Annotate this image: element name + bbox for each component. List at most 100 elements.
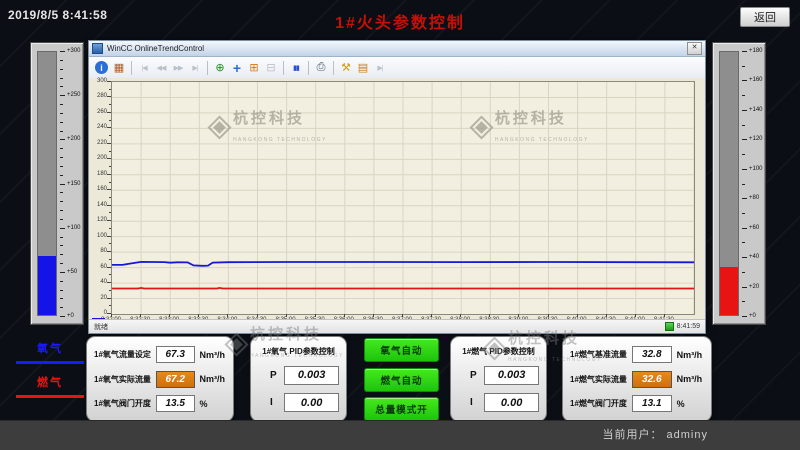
- panel-row: 1#燃气阀门开度13.1%: [570, 395, 704, 412]
- gauge-label: +60: [749, 225, 759, 231]
- gauge-fill: [720, 267, 738, 315]
- field-label: 1#燃气基准流量: [570, 349, 627, 360]
- mode-button[interactable]: 燃气自动: [364, 368, 439, 392]
- gas-bar-gauge: +180+160+140+120+100+80+60+40+20+0: [712, 42, 766, 325]
- clock-datetime: 2019/8/5 8:41:58: [8, 8, 107, 22]
- last-record-icon: ▶|: [187, 60, 203, 76]
- pid-value-field[interactable]: 0.00: [284, 393, 339, 412]
- gauge-tick: [742, 198, 747, 199]
- pause-icon[interactable]: ▮▮: [288, 60, 304, 76]
- y-axis-tick: [107, 236, 111, 237]
- gauge-label: +150: [67, 181, 81, 187]
- pid-row: P0.003: [458, 366, 539, 385]
- zoom-value-icon: ⊟: [263, 60, 279, 76]
- gauge-minor-tick: [742, 95, 745, 96]
- gauge-tick: [742, 169, 747, 170]
- window-title: WinCC OnlineTrendControl: [107, 44, 683, 53]
- pid-value-field[interactable]: 0.003: [484, 366, 539, 385]
- gauge-minor-tick: [742, 272, 745, 273]
- gauge-minor-tick: [60, 237, 63, 238]
- gauge-minor-tick: [60, 307, 63, 308]
- gauge-label: +40: [749, 254, 759, 260]
- y-axis-label: 160: [89, 186, 107, 192]
- move-trend-icon[interactable]: +: [229, 60, 245, 76]
- gas-flow-panel: 1#燃气基准流量32.8Nm³/h1#燃气实际流量32.6Nm³/h1#燃气阀门…: [562, 336, 712, 422]
- trend-plot[interactable]: 杭控科技HANGKONG TECHNOLOGY杭控科技HANGKONG TECH…: [111, 81, 695, 315]
- y-axis-tick: [107, 81, 111, 82]
- export-icon[interactable]: ▤: [355, 60, 371, 76]
- panel-row: 1#氧气阀门开度13.5%: [94, 395, 226, 412]
- help-icon[interactable]: i: [95, 61, 108, 74]
- zoom-time-icon[interactable]: ⊞: [246, 60, 262, 76]
- value-field[interactable]: 67.2: [156, 371, 195, 388]
- gauge-tick: [742, 51, 747, 52]
- y-axis-label: 0: [89, 310, 107, 316]
- trend-chart-area: 杭控科技HANGKONG TECHNOLOGY杭控科技HANGKONG TECH…: [89, 78, 705, 320]
- gauge-minor-tick: [60, 290, 63, 291]
- gauge-minor-tick: [60, 104, 63, 105]
- y-axis-tick: [107, 96, 111, 97]
- y-axis-tick: [109, 228, 111, 229]
- value-field[interactable]: 13.1: [632, 395, 672, 412]
- connection-ok-icon: [665, 322, 674, 331]
- y-axis-tick: [107, 189, 111, 190]
- value-field[interactable]: 32.6: [632, 371, 672, 388]
- y-axis-tick: [107, 112, 111, 113]
- gauge-track: [719, 51, 739, 316]
- gauge-tick: [60, 228, 65, 229]
- connect-icon[interactable]: ⚒: [338, 60, 354, 76]
- panel-row: 1#燃气实际流量32.6Nm³/h: [570, 371, 704, 388]
- legend-gas-label: 燃气: [16, 374, 84, 390]
- unit-label: Nm³/h: [677, 350, 704, 360]
- current-user: 当前用户： adminy: [602, 426, 708, 442]
- gauge-minor-tick: [742, 184, 745, 185]
- y-axis-tick: [107, 143, 111, 144]
- close-icon[interactable]: ✕: [687, 42, 702, 55]
- toolbar-separator: [308, 61, 309, 75]
- y-axis-tick: [109, 120, 111, 121]
- field-label: 1#燃气实际流量: [570, 374, 627, 385]
- value-field[interactable]: 67.3: [156, 346, 195, 363]
- y-axis-label: 100: [89, 233, 107, 239]
- time-base-icon[interactable]: ▦: [111, 60, 127, 76]
- gauge-minor-tick: [60, 113, 63, 114]
- mode-button[interactable]: 总量模式开: [364, 397, 439, 421]
- y-axis-tick: [107, 174, 111, 175]
- gauge-label: +200: [67, 136, 81, 142]
- y-axis-label: 300: [89, 78, 107, 84]
- legend-oxygen-line: [16, 361, 84, 364]
- pid-value-field[interactable]: 0.003: [284, 366, 339, 385]
- y-axis-label: 240: [89, 124, 107, 130]
- zoom-area-icon[interactable]: ⊕: [212, 60, 228, 76]
- gauge-label: +140: [749, 107, 763, 113]
- gauge-minor-tick: [60, 192, 63, 193]
- y-axis-label: 180: [89, 171, 107, 177]
- page-title: 1#火头参数控制: [335, 9, 465, 33]
- value-field[interactable]: 13.5: [156, 395, 195, 412]
- gauge-tick: [742, 80, 747, 81]
- gauge-minor-tick: [60, 148, 63, 149]
- oxygen-bar-gauge: +300+250+200+150+100+50+0: [30, 42, 84, 325]
- y-axis-tick: [107, 251, 111, 252]
- mode-button[interactable]: 氧气自动: [364, 338, 439, 362]
- y-axis-label: 60: [89, 264, 107, 270]
- pid-value-field[interactable]: 0.00: [484, 393, 539, 412]
- gauge-label: +120: [749, 136, 763, 142]
- back-button[interactable]: 返回: [740, 7, 790, 27]
- y-axis-tick: [107, 205, 111, 206]
- gauge-minor-tick: [60, 131, 63, 132]
- gauge-label: +180: [749, 48, 763, 54]
- print-icon[interactable]: ⎙: [313, 60, 329, 76]
- value-field[interactable]: 32.8: [632, 346, 672, 363]
- y-axis-label: 220: [89, 140, 107, 146]
- current-user-label: 当前用户：: [602, 429, 662, 441]
- pid-row: I0.00: [458, 393, 539, 412]
- window-titlebar[interactable]: WinCC OnlineTrendControl ✕: [89, 41, 705, 57]
- y-axis-tick: [109, 166, 111, 167]
- gauge-minor-tick: [742, 213, 745, 214]
- gauge-minor-tick: [60, 281, 63, 282]
- gauge-label: +100: [749, 166, 763, 172]
- y-axis-label: 80: [89, 248, 107, 254]
- gauge-minor-tick: [60, 69, 63, 70]
- gauge-minor-tick: [742, 242, 745, 243]
